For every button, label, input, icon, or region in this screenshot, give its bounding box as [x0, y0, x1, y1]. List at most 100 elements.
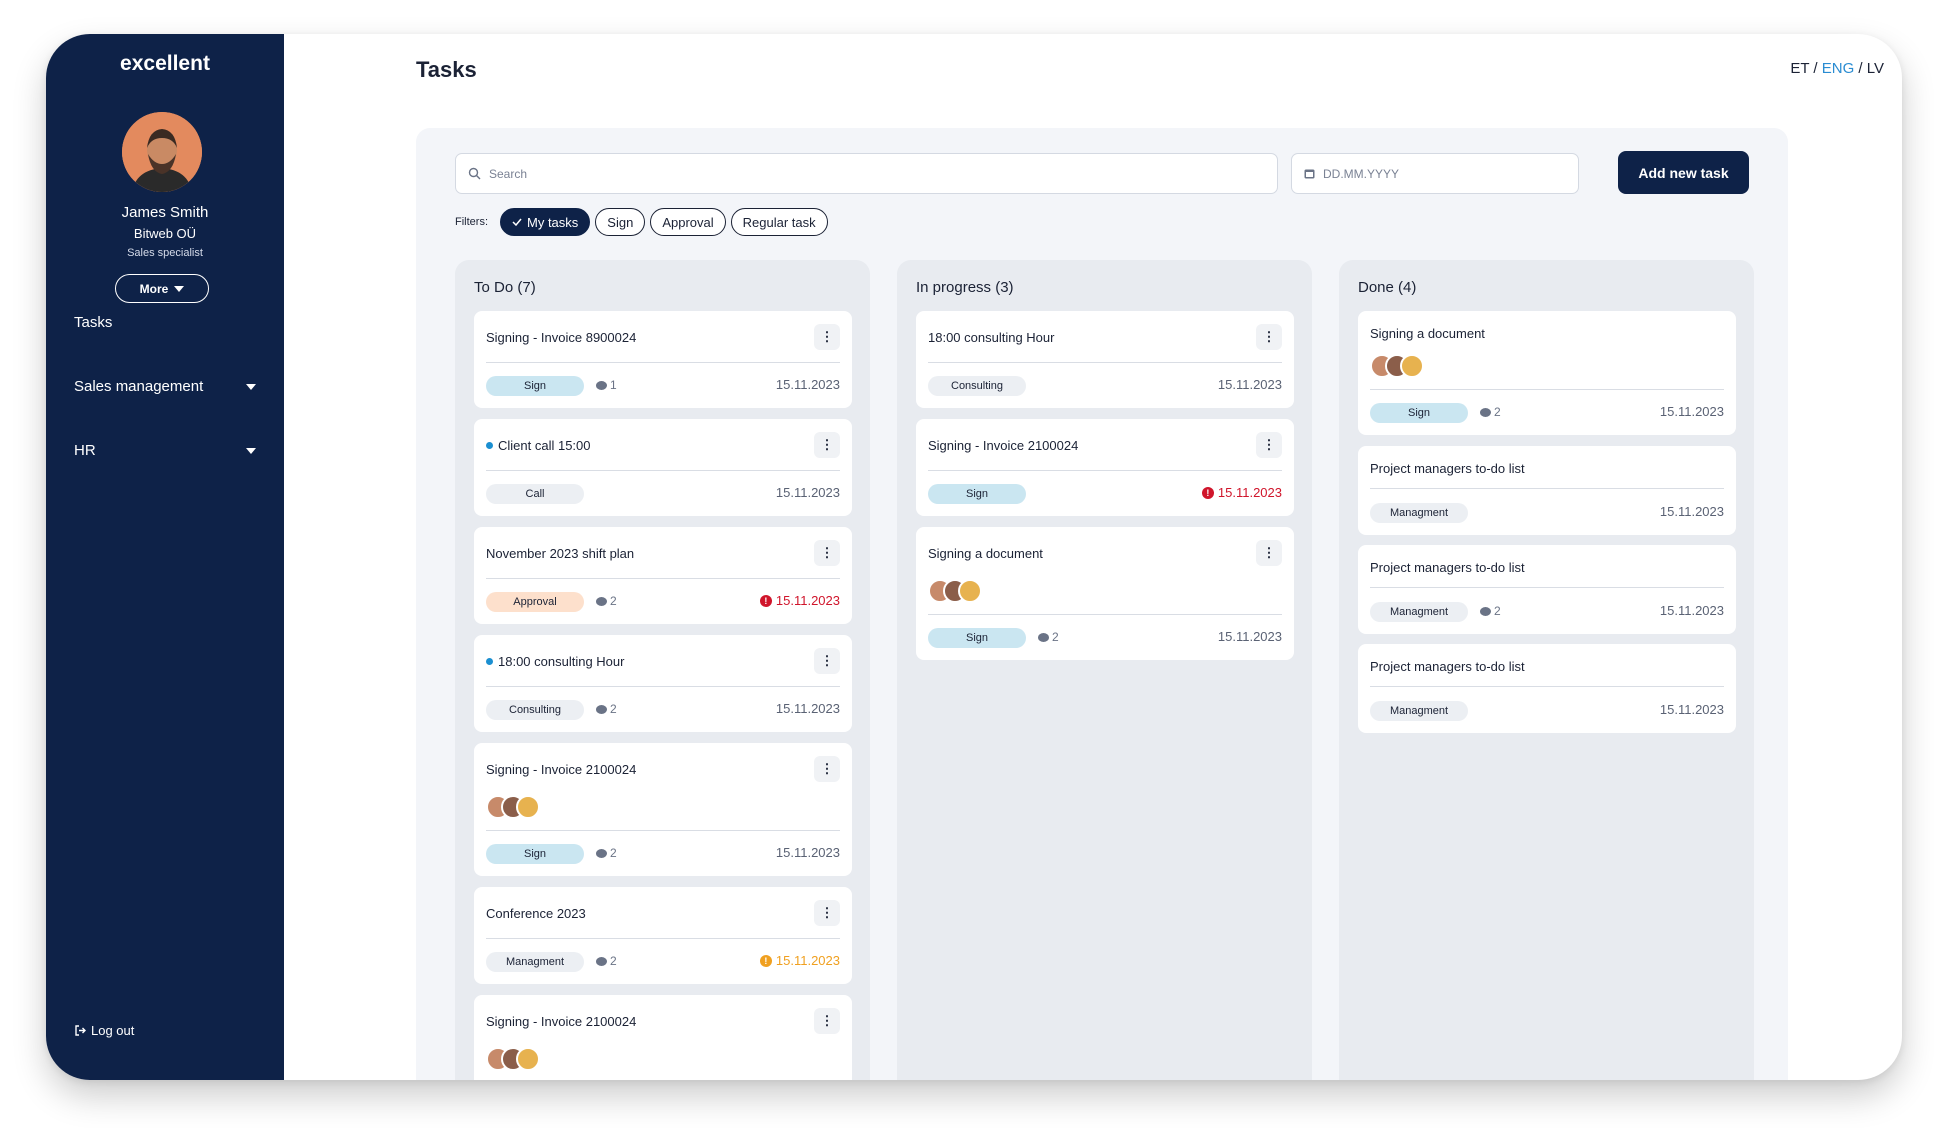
filters-bar: Filters: My tasks Sign Approval Regular …	[455, 208, 828, 236]
date-placeholder: DD.MM.YYYY	[1323, 166, 1400, 181]
more-button[interactable]: More	[115, 274, 209, 303]
task-title: 18:00 consulting Hour	[928, 330, 1055, 345]
kebab-icon[interactable]: ⋮	[814, 540, 840, 566]
comment-count-value: 2	[1494, 405, 1501, 419]
card-divider	[486, 470, 840, 471]
card-divider	[928, 614, 1282, 615]
assignee-avatars	[1370, 354, 1424, 378]
task-tag: Sign	[486, 376, 584, 396]
assignee-avatars	[928, 579, 982, 603]
check-icon	[512, 218, 522, 226]
filter-regular-task[interactable]: Regular task	[730, 208, 828, 236]
tasks-panel: Search DD.MM.YYYY Add new task Filters: …	[416, 128, 1788, 1080]
task-tag: Sign	[928, 484, 1026, 504]
card-divider	[928, 470, 1282, 471]
task-card[interactable]: November 2023 shift plan ⋮ Approval 2 ! 1…	[474, 527, 852, 624]
kebab-icon[interactable]: ⋮	[814, 756, 840, 782]
kebab-icon[interactable]: ⋮	[814, 432, 840, 458]
filter-my-tasks[interactable]: My tasks	[500, 208, 591, 236]
filter-label: Regular task	[742, 214, 816, 230]
card-divider	[486, 830, 840, 831]
nav-item-hr[interactable]: HR	[74, 442, 256, 459]
caret-down-icon	[174, 285, 185, 292]
nav-item-label: HR	[74, 442, 96, 459]
kebab-icon[interactable]: ⋮	[814, 648, 840, 674]
task-card[interactable]: Project managers to-do list Managment 2 …	[1358, 545, 1736, 634]
user-avatar[interactable]	[122, 112, 202, 192]
task-card[interactable]: Signing - Invoice 8900024 ⋮ Sign 1 15.11…	[474, 311, 852, 408]
task-date: 15.11.2023	[775, 701, 840, 716]
search-input[interactable]: Search	[455, 153, 1278, 194]
lang-separator: /	[1858, 60, 1863, 77]
task-card[interactable]: Signing a document ⋮ Sign 2 15.11.2023	[916, 527, 1294, 660]
comment-icon	[596, 848, 607, 858]
logout-link[interactable]: Log out	[74, 1023, 134, 1038]
dot-icon	[486, 442, 493, 449]
task-card[interactable]: Signing - Invoice 2100024 ⋮ Sign ! 15.11.…	[916, 419, 1294, 516]
kebab-icon[interactable]: ⋮	[1256, 432, 1282, 458]
task-title: Signing - Invoice 2100024	[928, 438, 1079, 453]
lang-separator: /	[1813, 60, 1818, 77]
task-card[interactable]: 18:00 consulting Hour ⋮ Consulting 2 15.…	[474, 635, 852, 732]
alert-icon: !	[1201, 486, 1214, 499]
task-card[interactable]: Signing - Invoice 2100024 ⋮	[474, 995, 852, 1080]
card-divider	[1370, 587, 1724, 588]
nav-item-tasks[interactable]: Tasks	[74, 314, 256, 331]
task-title-wrap: Client call 15:00	[486, 438, 591, 453]
add-task-button[interactable]: Add new task	[1618, 151, 1749, 194]
task-date: 15.11.2023	[775, 845, 840, 860]
comment-count: 2	[596, 594, 617, 608]
more-label: More	[139, 281, 169, 296]
task-tag: Managment	[1370, 503, 1468, 523]
lang-eng[interactable]: ENG	[1822, 60, 1855, 77]
alert-icon: !	[759, 594, 772, 607]
task-card[interactable]: 18:00 consulting Hour ⋮ Consulting 15.11…	[916, 311, 1294, 408]
comment-icon	[1038, 632, 1049, 642]
task-date-overdue: ! 15.11.2023	[759, 593, 840, 608]
comment-count-value: 2	[1052, 630, 1059, 644]
kebab-icon[interactable]: ⋮	[814, 1008, 840, 1034]
date-input[interactable]: DD.MM.YYYY	[1291, 153, 1579, 194]
column-title: Done (4)	[1358, 279, 1417, 296]
card-divider	[928, 362, 1282, 363]
task-card[interactable]: Signing a document Sign 2 15.11.2023	[1358, 311, 1736, 435]
comment-count: 1	[596, 378, 617, 392]
task-card[interactable]: Signing - Invoice 2100024 ⋮ Sign 2 15.11…	[474, 743, 852, 876]
card-divider	[486, 362, 840, 363]
task-card[interactable]: Client call 15:00 ⋮ Call 15.11.2023	[474, 419, 852, 516]
user-name: James Smith	[121, 204, 209, 221]
comment-count-value: 2	[1494, 604, 1501, 618]
task-date: 15.11.2023	[775, 485, 840, 500]
kebab-icon[interactable]: ⋮	[814, 900, 840, 926]
comment-count-value: 2	[610, 594, 617, 608]
user-company: Bitweb OÜ	[133, 226, 197, 241]
kebab-icon[interactable]: ⋮	[1256, 324, 1282, 350]
task-tag: Sign	[928, 628, 1026, 648]
task-tag: Consulting	[486, 700, 584, 720]
comment-count: 2	[1480, 405, 1501, 419]
task-date: 15.11.2023	[1217, 377, 1282, 392]
alert-icon: !	[759, 954, 772, 967]
lang-lv[interactable]: LV	[1867, 60, 1884, 77]
filters-label: Filters:	[455, 216, 488, 228]
logout-label: Log out	[91, 1023, 135, 1038]
language-switcher: ET / ENG / LV	[1790, 60, 1884, 77]
task-tag: Sign	[1370, 403, 1468, 423]
filter-sign[interactable]: Sign	[595, 208, 646, 236]
task-card[interactable]: Project managers to-do list Managment 15…	[1358, 644, 1736, 733]
task-title: November 2023 shift plan	[486, 546, 635, 561]
nav-item-sales-management[interactable]: Sales management	[74, 378, 256, 395]
lang-et[interactable]: ET	[1790, 60, 1809, 77]
task-card[interactable]: Conference 2023 ⋮ Managment 2 ! 15.11.202…	[474, 887, 852, 984]
task-tag: Call	[486, 484, 584, 504]
kebab-icon[interactable]: ⋮	[814, 324, 840, 350]
comment-icon	[596, 380, 607, 390]
kebab-icon[interactable]: ⋮	[1256, 540, 1282, 566]
task-tag: Consulting	[928, 376, 1026, 396]
calendar-icon	[1304, 169, 1315, 179]
comment-icon	[596, 956, 607, 966]
avatar	[516, 795, 540, 819]
filter-approval[interactable]: Approval	[650, 208, 726, 236]
card-divider	[486, 938, 840, 939]
task-card[interactable]: Project managers to-do list Managment 15…	[1358, 446, 1736, 535]
